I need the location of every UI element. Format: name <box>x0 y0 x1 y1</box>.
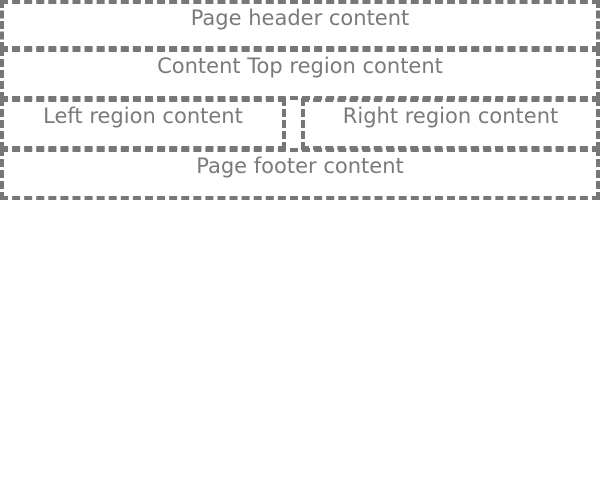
content-top-label: Content Top region content <box>157 54 443 78</box>
left-region-label: Left region content <box>43 104 243 128</box>
right-region-label: Right region content <box>342 104 559 128</box>
page-header-region: Page header content <box>0 0 600 50</box>
page-header-label: Page header content <box>190 6 410 30</box>
page-layout-diagram: Page header content Content Top region c… <box>0 0 600 200</box>
page-footer-label: Page footer content <box>196 154 404 178</box>
left-region: Left region content <box>0 98 286 150</box>
content-top-region: Content Top region content <box>0 48 600 100</box>
right-region: Right region content <box>301 98 600 150</box>
page-footer-region: Page footer content <box>0 148 600 200</box>
